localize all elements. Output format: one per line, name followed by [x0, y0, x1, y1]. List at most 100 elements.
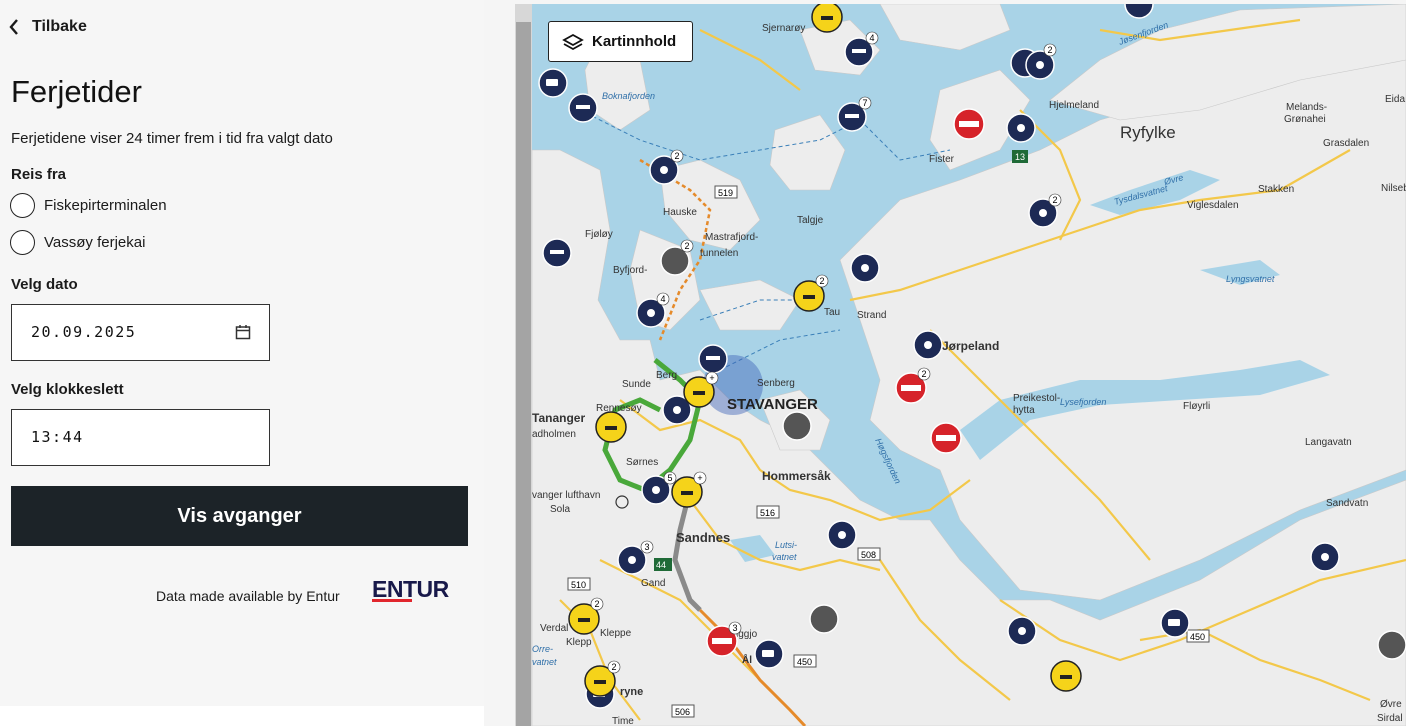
count-badge: 2 [1048, 193, 1062, 207]
time-label: Velg klokkeslett [11, 381, 124, 398]
svg-text:Sandvatn: Sandvatn [1326, 498, 1368, 509]
svg-text:Fister: Fister [929, 154, 955, 165]
svg-text:Jørpeland: Jørpeland [942, 339, 999, 353]
svg-text:Hjelmeland: Hjelmeland [1049, 100, 1099, 111]
count-badge: 2 [607, 660, 621, 674]
svg-text:3: 3 [644, 542, 649, 552]
map-layers-button[interactable]: Kartinnhold [548, 21, 693, 62]
svg-text:ryne: ryne [620, 686, 643, 698]
from-label: Reis fra [11, 166, 67, 183]
entur-logo[interactable]: EN TUR [372, 576, 449, 603]
scrollbar-thumb[interactable] [516, 22, 531, 726]
svg-text:3: 3 [732, 623, 737, 633]
svg-text:adholmen: adholmen [532, 429, 576, 440]
count-badge: 4 [656, 292, 670, 306]
svg-text:Sandnes: Sandnes [676, 530, 730, 545]
svg-text:Lysefjorden: Lysefjorden [1060, 397, 1106, 407]
svg-text:Berg: Berg [656, 370, 677, 381]
svg-text:Klepp: Klepp [566, 637, 592, 648]
svg-text:13: 13 [1015, 152, 1025, 162]
radio-circle[interactable] [10, 230, 35, 255]
svg-text:Gand: Gand [641, 578, 665, 589]
count-badge: 2 [680, 239, 694, 253]
page-title: Ferjetider [11, 74, 142, 109]
count-badge: + [705, 371, 719, 385]
svg-text:+: + [697, 473, 702, 483]
date-value: 20.09.2025 [31, 323, 137, 341]
radio-vassoy-ferjekai[interactable]: Vassøy ferjekai [10, 230, 145, 255]
svg-text:Byfjord-: Byfjord- [613, 265, 647, 276]
roadwork-grey-marker-icon[interactable] [809, 604, 839, 634]
count-badge: + [693, 471, 707, 485]
svg-text:516: 516 [760, 508, 775, 518]
svg-text:Sola: Sola [550, 504, 570, 515]
data-credit: Data made available by Entur [156, 588, 340, 604]
svg-text:Eida: Eida [1385, 94, 1405, 105]
svg-text:510: 510 [571, 580, 586, 590]
svg-text:4: 4 [869, 33, 874, 43]
show-departures-button[interactable]: Vis avganger [11, 486, 468, 546]
svg-text:Lutsi-: Lutsi- [775, 540, 797, 550]
count-badge: 2 [815, 274, 829, 288]
svg-text:Viglesdalen: Viglesdalen [1187, 200, 1239, 211]
svg-text:vatnet: vatnet [532, 657, 557, 667]
svg-text:Mastrafjord-: Mastrafjord- [705, 232, 758, 243]
svg-text:2: 2 [1047, 45, 1052, 55]
svg-text:Hommersåk: Hommersåk [762, 469, 831, 483]
radio-circle[interactable] [10, 193, 35, 218]
svg-text:2: 2 [611, 662, 616, 672]
svg-text:Sjernarøy: Sjernarøy [762, 23, 805, 34]
map-canvas[interactable]: STAVANGER Ryfylke Sandnes Hommersåk Jørp… [532, 4, 1406, 726]
svg-text:508: 508 [861, 550, 876, 560]
svg-text:Time: Time [612, 716, 634, 726]
svg-text:Boknafjorden: Boknafjorden [602, 91, 655, 101]
svg-text:Senberg: Senberg [757, 378, 795, 389]
svg-text:Fjøløy: Fjøløy [585, 229, 613, 240]
svg-text:519: 519 [718, 188, 733, 198]
date-input[interactable]: 20.09.2025 [11, 304, 270, 361]
svg-text:2: 2 [684, 241, 689, 251]
svg-text:450: 450 [797, 657, 812, 667]
svg-text:Ryfylke: Ryfylke [1120, 123, 1176, 142]
count-badge: 2 [917, 367, 931, 381]
chevron-left-icon [9, 19, 18, 35]
svg-text:44: 44 [656, 560, 666, 570]
svg-text:2: 2 [921, 369, 926, 379]
scrollbar[interactable] [515, 4, 532, 726]
svg-text:Sunde: Sunde [622, 379, 651, 390]
layers-icon [562, 33, 584, 50]
svg-text:Preikestol-: Preikestol- [1013, 393, 1060, 404]
svg-text:Øvre: Øvre [1380, 699, 1402, 710]
svg-text:Verdal: Verdal [540, 623, 568, 634]
svg-text:Sørnes: Sørnes [626, 457, 658, 468]
svg-text:Hauske: Hauske [663, 207, 697, 218]
svg-text:Fløyrli: Fløyrli [1183, 401, 1210, 412]
svg-text:Grønahei: Grønahei [1284, 114, 1326, 125]
count-badge: 3 [640, 540, 654, 554]
back-label: Tilbake [32, 18, 87, 35]
count-badge: 7 [858, 96, 872, 110]
svg-text:Tau: Tau [824, 307, 840, 318]
roadwork-grey-marker-icon[interactable] [1377, 630, 1406, 660]
map[interactable]: STAVANGER Ryfylke Sandnes Hommersåk Jørp… [532, 4, 1406, 726]
calendar-icon[interactable] [235, 324, 251, 340]
count-badge: 5 [663, 471, 677, 485]
svg-text:Kleppe: Kleppe [600, 628, 632, 639]
svg-text:Melands-: Melands- [1286, 102, 1327, 113]
ferry-panel: Tilbake Ferjetider Ferjetidene viser 24 … [0, 0, 484, 726]
svg-text:Strand: Strand [857, 310, 886, 321]
roadwork-grey-marker-icon[interactable] [782, 411, 812, 441]
count-badge: 2 [670, 149, 684, 163]
radio-fiskepirterminalen[interactable]: Fiskepirterminalen [10, 193, 167, 218]
back-link[interactable]: Tilbake [8, 17, 87, 37]
page-description: Ferjetidene viser 24 timer frem i tid fr… [11, 130, 333, 147]
svg-text:Lyngsvatnet: Lyngsvatnet [1226, 274, 1275, 284]
svg-text:Rennesøy: Rennesøy [596, 403, 642, 414]
svg-text:450: 450 [1190, 632, 1205, 642]
time-input[interactable]: 13:44 [11, 409, 270, 466]
radio-label: Fiskepirterminalen [44, 197, 167, 214]
date-label: Velg dato [11, 276, 78, 293]
svg-text:hytta: hytta [1013, 405, 1035, 416]
svg-text:2: 2 [594, 599, 599, 609]
svg-text:+: + [709, 373, 714, 383]
